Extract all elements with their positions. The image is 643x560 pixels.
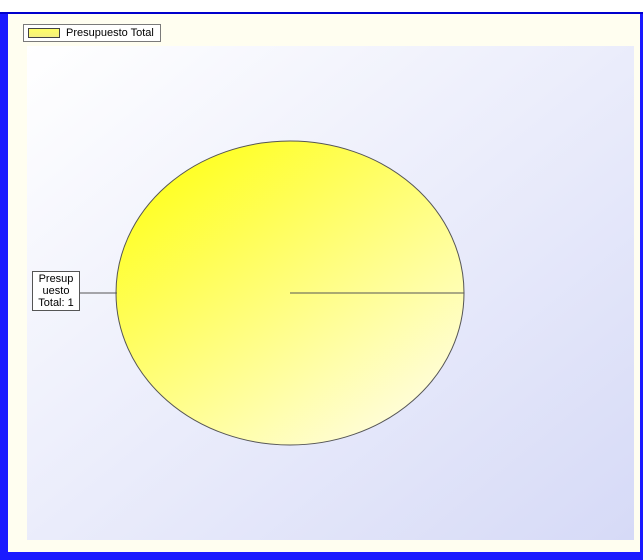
pie-slices xyxy=(115,140,465,446)
slice-data-label-line-2: uesto xyxy=(42,285,70,297)
legend: Presupuesto Total xyxy=(23,24,161,42)
slice-data-label-line-1: Presup xyxy=(38,273,74,285)
legend-label: Presupuesto Total xyxy=(66,27,154,39)
slice-data-label: Presup uesto Total: 1 xyxy=(32,271,80,311)
legend-swatch xyxy=(28,28,60,38)
slice-data-label-line-3: Total: 1 xyxy=(38,297,74,309)
pie-chart xyxy=(27,46,634,540)
